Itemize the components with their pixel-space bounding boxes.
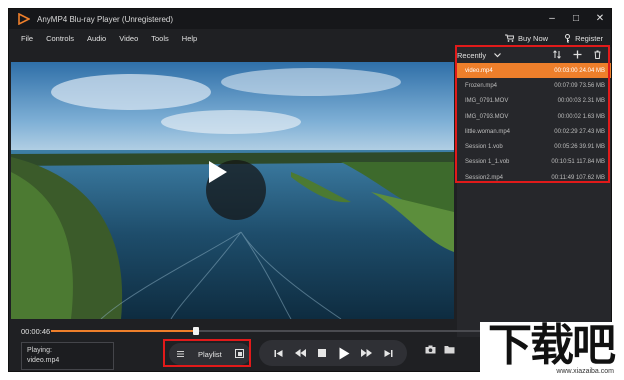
play-overlay-button[interactable] (206, 160, 266, 220)
minimize-button[interactable]: – (547, 14, 557, 24)
trash-icon[interactable] (594, 50, 601, 61)
previous-button[interactable] (270, 345, 286, 361)
close-button[interactable]: ✕ (595, 14, 605, 24)
register-button[interactable]: Register (564, 33, 603, 43)
playlist-item[interactable]: little.woman.mp4 00:02:29 27.43 MB (457, 124, 611, 139)
next-button[interactable] (380, 345, 396, 361)
player-window: AnyMP4 Blu-ray Player (Unregistered) – □… (8, 8, 612, 372)
seek-bar-fill (51, 330, 196, 332)
playlist-item[interactable]: Session 1.vob 00:05:26 39.91 MB (457, 139, 611, 154)
playlist-item-meta: 00:05:26 39.91 MB (554, 144, 605, 151)
app-logo-icon (17, 12, 31, 26)
playlist-label: Playlist (198, 349, 222, 359)
playlist-item-name: IMG_0793.MOV (465, 113, 509, 120)
camera-icon[interactable] (425, 345, 436, 356)
title-bar: AnyMP4 Blu-ray Player (Unregistered) – □… (9, 9, 611, 29)
menu-video[interactable]: Video (119, 34, 138, 43)
menu-help[interactable]: Help (182, 34, 197, 43)
playlist-item-meta: 00:00:02 1.63 MB (557, 113, 605, 120)
key-icon (565, 33, 571, 42)
stop-button[interactable] (314, 345, 330, 361)
play-icon (339, 347, 349, 359)
playlist-item-name: little.woman.mp4 (465, 128, 511, 135)
now-playing-label: Playing: (27, 347, 52, 354)
transport-controls (259, 340, 407, 366)
fast-forward-button[interactable] (358, 345, 374, 361)
watermark-url: www.xiazaiba.com (556, 368, 614, 375)
playlist-item[interactable]: Frozen.mp4 00:07:09 73.56 MB (457, 78, 611, 93)
buy-now-label: Buy Now (518, 33, 549, 43)
now-playing-box: Playing: video.mp4 (21, 342, 114, 370)
playlist-item-meta: 00:00:03 2.31 MB (557, 98, 605, 105)
playlist-item-name: Session 1.vob (465, 144, 503, 151)
stop-icon (318, 349, 326, 357)
skip-back-icon (274, 349, 282, 357)
playlist-item[interactable]: video.mp4 00:03:00 24.04 MB (457, 63, 611, 79)
cart-icon (505, 34, 515, 42)
video-canvas[interactable] (11, 62, 454, 319)
play-button[interactable] (336, 345, 352, 361)
playlist-item-name: Frozen.mp4 (465, 82, 498, 89)
playlist-item[interactable]: Session 1_1.vob 00:10:51 117.84 MB (457, 155, 611, 170)
window-title: AnyMP4 Blu-ray Player (Unregistered) (37, 14, 174, 24)
fast-forward-icon (360, 349, 372, 357)
playlist-list: video.mp4 00:03:00 24.04 MB Frozen.mp4 00:… (457, 63, 611, 185)
playlist-item-meta: 00:07:09 73.56 MB (554, 82, 605, 89)
playlist-item-meta: 00:03:00 24.04 MB (554, 67, 605, 74)
menu-audio[interactable]: Audio (87, 34, 106, 43)
playlist-toggle-button[interactable]: Playlist (169, 343, 251, 365)
recently-dropdown[interactable]: Recently (457, 51, 486, 60)
current-time: 00:00:46 (21, 327, 51, 336)
playlist-item[interactable]: Session2.mp4 00:11:49 107.62 MB (457, 170, 611, 185)
register-label: Register (575, 33, 603, 43)
list-icon (177, 351, 184, 357)
playlist-item-name: IMG_0791.MOV (465, 98, 509, 105)
play-icon (209, 161, 227, 183)
now-playing-file: video.mp4 (27, 357, 60, 364)
playlist-header: Recently (457, 47, 611, 63)
playlist-item-name: Session 1_1.vob (465, 159, 510, 166)
playlist-item[interactable]: IMG_0791.MOV 00:00:03 2.31 MB (457, 94, 611, 109)
menu-bar: File Controls Audio Video Tools Help Buy… (9, 29, 611, 47)
playlist-item-meta: 00:02:29 27.43 MB (554, 128, 605, 135)
screen-mode-icon[interactable] (235, 349, 244, 360)
maximize-button[interactable]: □ (571, 14, 581, 24)
playlist-item[interactable]: IMG_0793.MOV 00:00:02 1.63 MB (457, 109, 611, 124)
rewind-icon (294, 349, 306, 357)
rewind-button[interactable] (292, 345, 308, 361)
skip-forward-icon (384, 349, 392, 357)
watermark-logo: 下载吧 (488, 320, 616, 371)
seek-handle[interactable] (192, 327, 199, 335)
sort-icon[interactable] (553, 49, 561, 61)
folder-icon[interactable] (444, 345, 455, 356)
playlist-item-name: Session2.mp4 (465, 174, 504, 181)
menu-file[interactable]: File (21, 34, 33, 43)
menu-tools[interactable]: Tools (151, 34, 169, 43)
chevron-down-icon[interactable] (494, 52, 502, 58)
playlist-item-name: video.mp4 (465, 67, 493, 74)
menu-controls[interactable]: Controls (46, 34, 74, 43)
playlist-panel: Recently video.mp4 00:03:00 24.04 MB Froz… (457, 47, 611, 337)
buy-now-button[interactable]: Buy Now (505, 34, 548, 43)
playlist-item-meta: 00:11:49 107.62 MB (551, 174, 605, 181)
playlist-item-meta: 00:10:51 117.84 MB (551, 159, 605, 166)
add-icon[interactable] (573, 50, 582, 61)
